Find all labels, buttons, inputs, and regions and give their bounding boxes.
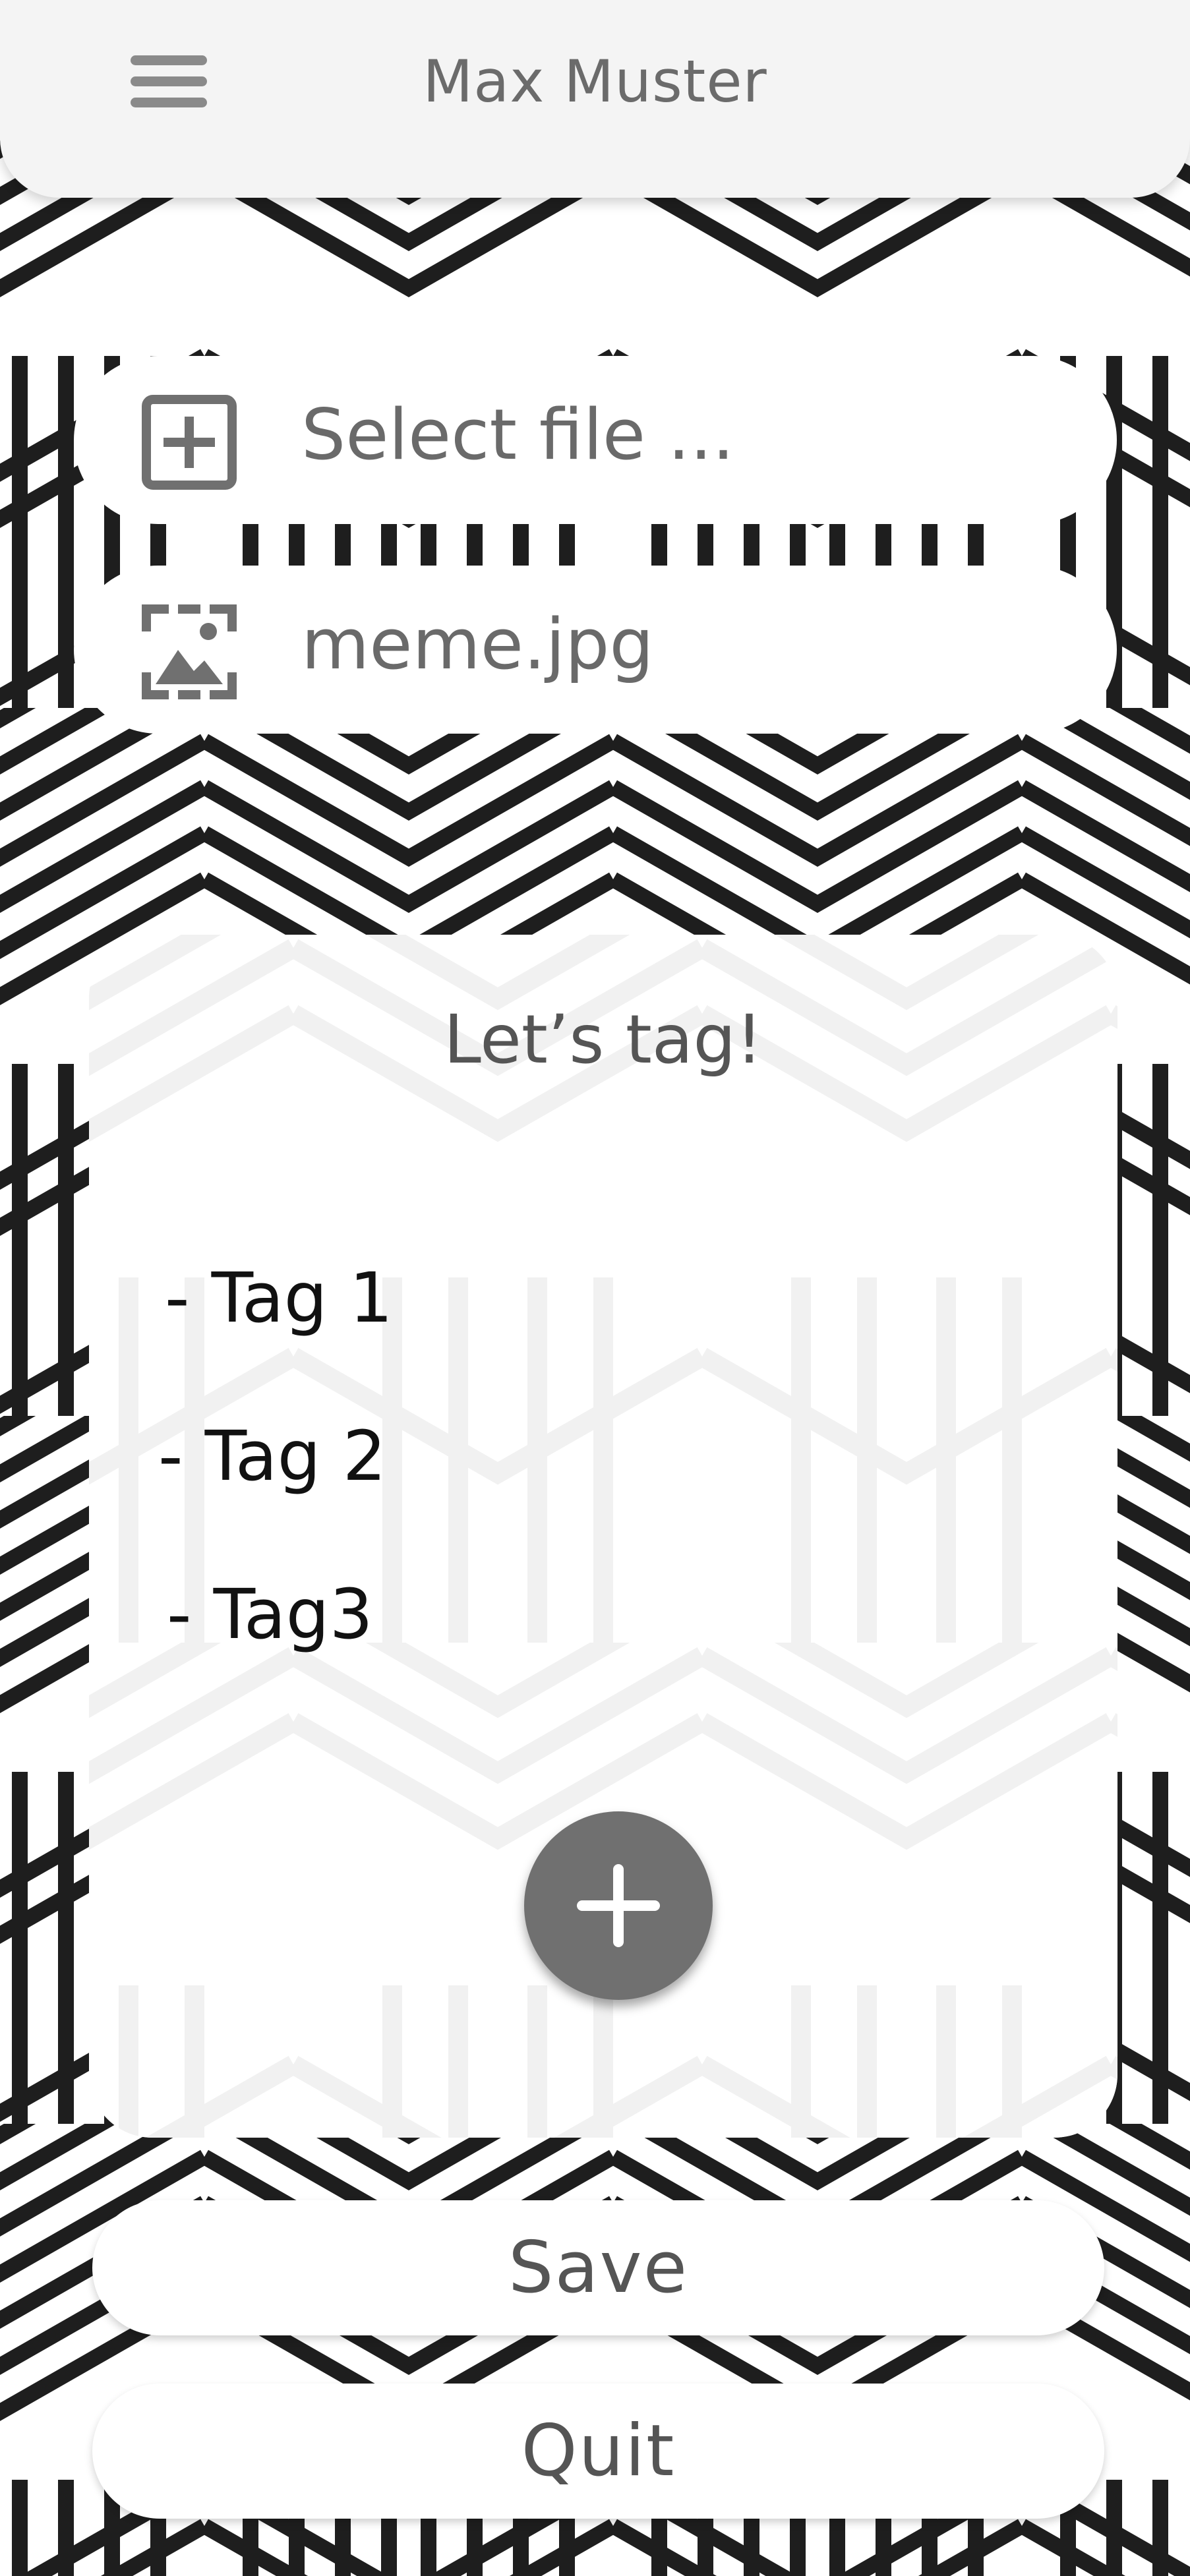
selected-file-name: meme.jpg <box>301 604 654 685</box>
save-button[interactable]: Save <box>92 2200 1104 2335</box>
image-icon <box>142 604 237 699</box>
plus-icon <box>577 1864 660 1947</box>
page-title: Max Muster <box>423 47 767 115</box>
tag-card-title: Let’s tag! <box>444 1001 763 1079</box>
plus-square-icon <box>142 395 237 490</box>
tag-card: Let’s tag! - Tag 1 - Tag 2 - Tag3 <box>89 935 1117 2138</box>
select-file-label: Select file ... <box>301 394 734 475</box>
add-tag-button[interactable] <box>524 1811 713 2000</box>
app-bar: Max Muster <box>0 0 1190 198</box>
select-file-button[interactable]: Select file ... <box>74 356 1117 524</box>
tag-item: - Tag 1 <box>165 1258 393 1338</box>
tag-item: - Tag3 <box>167 1574 373 1654</box>
quit-button[interactable]: Quit <box>92 2384 1104 2519</box>
selected-file-item[interactable]: meme.jpg <box>74 566 1117 734</box>
tag-item: - Tag 2 <box>158 1416 386 1496</box>
